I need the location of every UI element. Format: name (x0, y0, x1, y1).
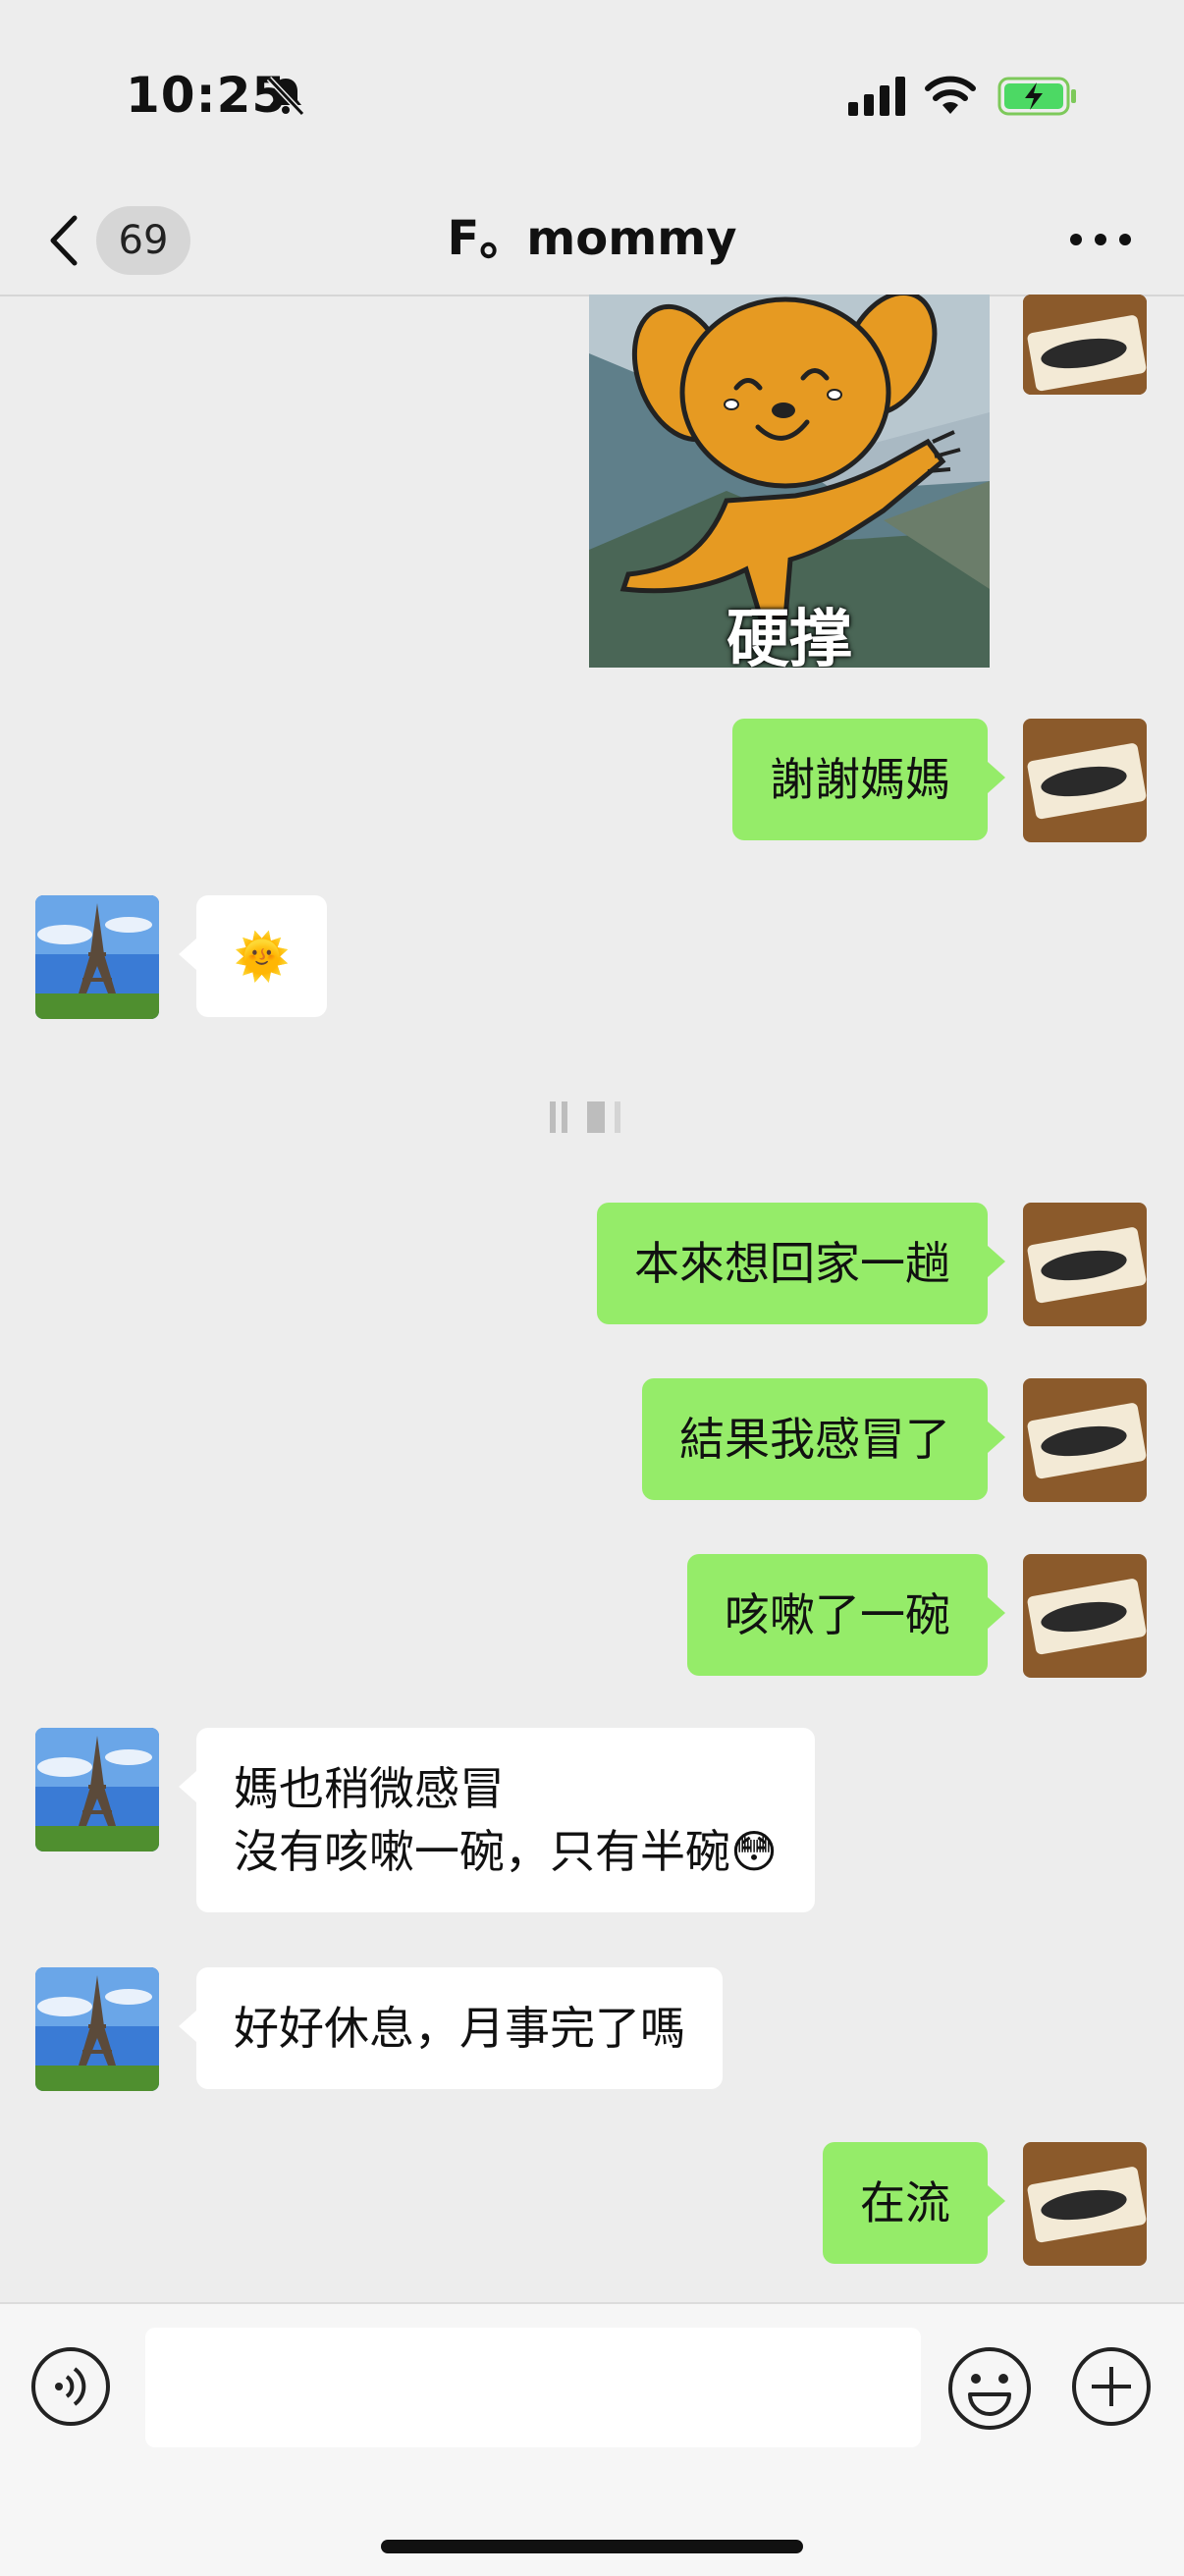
cat-photo-avatar (1023, 1378, 1147, 1502)
chat-title[interactable]: F。mommy (295, 204, 889, 273)
mom-avatar[interactable] (35, 1728, 159, 1852)
eiffel-tower-avatar (35, 895, 159, 1019)
my-avatar[interactable] (1023, 2142, 1147, 2266)
chevron-left-icon (50, 215, 78, 266)
back-button[interactable]: 69 (39, 198, 196, 281)
battery-charging-icon (997, 77, 1076, 116)
chat-input-bar (0, 2302, 1184, 2576)
plus-icon[interactable] (1070, 2345, 1153, 2428)
more-options-icon[interactable] (1066, 218, 1135, 261)
wifi-icon (925, 76, 976, 114)
mom-avatar[interactable] (35, 895, 159, 1019)
cat-photo-avatar (1023, 719, 1147, 842)
my-avatar[interactable] (1023, 1554, 1147, 1678)
cat-photo-avatar (1023, 295, 1147, 395)
mom-avatar[interactable] (35, 1967, 159, 2091)
chat-header: 69 F。mommy (0, 187, 1184, 296)
message-input[interactable] (145, 2328, 921, 2447)
emoji-icon[interactable] (946, 2345, 1033, 2432)
cat-photo-avatar (1023, 1554, 1147, 1678)
message-bubble[interactable]: 咳嗽了一碗 (687, 1554, 1005, 1676)
unread-count-badge: 69 (96, 206, 190, 275)
my-avatar[interactable] (1023, 1203, 1147, 1326)
message-bubble[interactable]: 謝謝媽媽 (732, 719, 1005, 840)
loading-indicator (550, 1101, 620, 1133)
message-bubble[interactable]: 在流 (823, 2142, 1005, 2264)
eiffel-tower-avatar (35, 1967, 159, 2091)
home-indicator (381, 2540, 803, 2553)
cat-photo-avatar (1023, 2142, 1147, 2266)
message-bubble[interactable]: 結果我感冒了 (642, 1378, 1005, 1500)
sticker-message[interactable]: 硬撑 (589, 295, 990, 668)
voice-input-icon[interactable] (29, 2345, 112, 2428)
my-avatar[interactable] (1023, 1378, 1147, 1502)
message-bubble[interactable]: 媽也稍微感冒 沒有咳嗽一碗，只有半碗😳 (179, 1728, 815, 1912)
message-list[interactable]: 硬撑 謝謝媽媽 🌞 本來想回家一趟 結果我感冒了 咳嗽了一碗 媽也稍微感冒 沒有… (0, 295, 1184, 2302)
my-avatar[interactable] (1023, 295, 1147, 395)
cellular-signal-icon (848, 77, 905, 116)
my-avatar[interactable] (1023, 719, 1147, 842)
eiffel-tower-avatar (35, 1728, 159, 1852)
sticker-caption: 硬撑 (727, 604, 852, 668)
message-bubble[interactable]: 本來想回家一趟 (597, 1203, 1005, 1324)
cat-photo-avatar (1023, 1203, 1147, 1326)
message-bubble[interactable]: 好好休息，月事完了嗎 (179, 1967, 723, 2089)
bell-slash-icon (266, 76, 305, 117)
status-bar: 10:25 (0, 0, 1184, 187)
message-bubble[interactable]: 🌞 (178, 895, 328, 1017)
